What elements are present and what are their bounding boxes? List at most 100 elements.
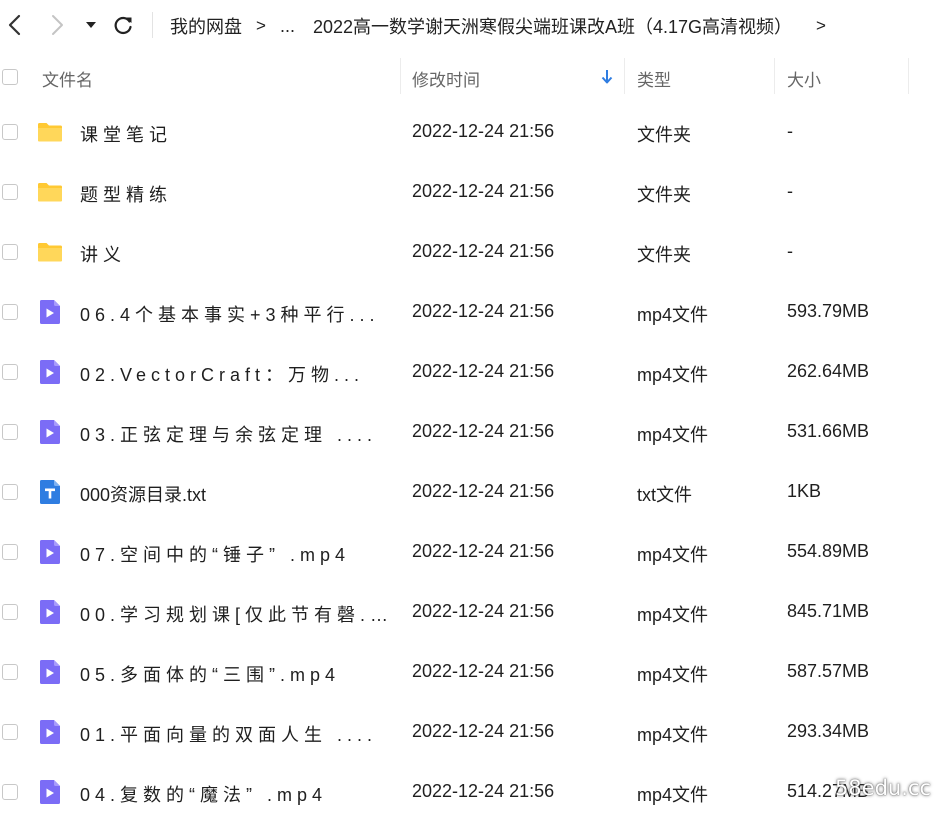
column-divider[interactable] [908, 58, 909, 94]
file-name: 000资源目录.txt [80, 485, 207, 505]
file-modified-time: 2022-12-24 21:56 [412, 721, 555, 741]
row-checkbox[interactable] [2, 304, 18, 320]
file-name: 03.正弦定理与余弦定理 .... [80, 425, 378, 445]
file-row[interactable]: 06.4个基本事实+3种平行... 2022-12-24 21:56 mp4文件 59… [0, 282, 945, 342]
folder-icon [38, 123, 62, 142]
video-file-icon [40, 420, 60, 444]
file-type: mp4文件 [637, 305, 709, 325]
file-size: 293.34MB [787, 721, 870, 741]
row-checkbox[interactable] [2, 784, 18, 800]
file-type: mp4文件 [637, 605, 709, 625]
text-file-icon [40, 480, 60, 504]
row-checkbox[interactable] [2, 724, 18, 740]
video-file-icon [40, 660, 60, 684]
file-modified-time: 2022-12-24 21:56 [412, 541, 555, 561]
arrow-down-icon[interactable] [600, 69, 614, 85]
file-type: mp4文件 [637, 545, 709, 565]
caret-down-icon [86, 22, 96, 28]
video-file-icon [40, 360, 60, 384]
breadcrumb-separator: > [256, 16, 266, 35]
file-type: 文件夹 [637, 245, 691, 265]
file-row[interactable]: 04.复数的“魔法” .mp4 2022-12-24 21:56 mp4文件 514.… [0, 762, 945, 822]
file-type: mp4文件 [637, 425, 709, 445]
row-checkbox[interactable] [2, 364, 18, 380]
file-type: 文件夹 [637, 185, 691, 205]
row-checkbox[interactable] [2, 244, 18, 260]
file-row[interactable]: 05.多面体的“三围”.mp4 2022-12-24 21:56 mp4文件 587.… [0, 642, 945, 702]
file-type: mp4文件 [637, 365, 709, 385]
toolbar-divider [152, 12, 153, 38]
select-all-checkbox[interactable] [2, 69, 18, 85]
file-row[interactable]: 000资源目录.txt 2022-12-24 21:56 txt文件 1KB [0, 462, 945, 522]
breadcrumb-root[interactable]: 我的网盘 [170, 13, 242, 39]
navigation-bar: 我的网盘 > ... 2022高一数学谢天洲寒假尖端班课改A班（4.17G高清视… [0, 0, 945, 50]
row-checkbox[interactable] [2, 664, 18, 680]
refresh-button[interactable] [108, 10, 138, 40]
file-row[interactable]: 03.正弦定理与余弦定理 .... 2022-12-24 21:56 mp4文件 53… [0, 402, 945, 462]
file-name: 07.空间中的“锤子” .mp4 [80, 545, 351, 565]
file-size: 554.89MB [787, 541, 870, 561]
file-modified-time: 2022-12-24 21:56 [412, 241, 555, 261]
file-modified-time: 2022-12-24 21:56 [412, 601, 555, 621]
file-size: 845.71MB [787, 601, 870, 621]
forward-button[interactable] [42, 10, 72, 40]
file-modified-time: 2022-12-24 21:56 [412, 121, 555, 141]
row-checkbox[interactable] [2, 124, 18, 140]
video-file-icon [40, 300, 60, 324]
file-size: 1KB [787, 481, 822, 501]
file-name: 00.学习规划课[仅此节有磬... [80, 605, 390, 625]
file-row[interactable]: 00.学习规划课[仅此节有磬... 2022-12-24 21:56 mp4文件 84… [0, 582, 945, 642]
file-modified-time: 2022-12-24 21:56 [412, 361, 555, 381]
file-name: 04.复数的“魔法” .mp4 [80, 785, 328, 805]
file-size: - [787, 181, 793, 201]
file-modified-time: 2022-12-24 21:56 [412, 181, 555, 201]
file-row[interactable]: 讲义 2022-12-24 21:56 文件夹 - [0, 222, 945, 282]
file-type: mp4文件 [637, 725, 709, 745]
video-file-icon [40, 540, 60, 564]
file-size: 531.66MB [787, 421, 870, 441]
row-checkbox[interactable] [2, 484, 18, 500]
folder-icon [38, 183, 62, 202]
row-checkbox[interactable] [2, 184, 18, 200]
file-row[interactable]: 01.平面向量的双面人生 .... 2022-12-24 21:56 mp4文件 29… [0, 702, 945, 762]
file-list-header: 文件名 修改时间 类型 大小 [0, 50, 945, 102]
folder-icon [38, 243, 62, 262]
column-divider[interactable] [624, 58, 625, 94]
video-file-icon [40, 600, 60, 624]
file-modified-time: 2022-12-24 21:56 [412, 781, 555, 801]
column-divider[interactable] [774, 58, 775, 94]
file-modified-time: 2022-12-24 21:56 [412, 661, 555, 681]
back-button[interactable] [0, 10, 30, 40]
column-header-type[interactable]: 类型 [637, 66, 671, 91]
file-row[interactable]: 07.空间中的“锤子” .mp4 2022-12-24 21:56 mp4文件 554… [0, 522, 945, 582]
row-checkbox[interactable] [2, 544, 18, 560]
file-name: 题型精练 [80, 185, 172, 205]
file-row[interactable]: 课堂笔记 2022-12-24 21:56 文件夹 - [0, 102, 945, 162]
video-file-icon [40, 780, 60, 804]
file-name: 06.4个基本事实+3种平行... [80, 305, 380, 325]
file-size: 587.57MB [787, 661, 870, 681]
chevron-left-icon [8, 14, 21, 36]
file-name: 02.VectorCraft：万物... [80, 365, 365, 385]
breadcrumb-current-folder[interactable]: 2022高一数学谢天洲寒假尖端班课改A班（4.17G高清视频） [313, 13, 792, 39]
file-row[interactable]: 题型精练 2022-12-24 21:56 文件夹 - [0, 162, 945, 222]
file-size: 593.79MB [787, 301, 870, 321]
file-name: 课堂笔记 [80, 125, 172, 145]
file-size: - [787, 241, 793, 261]
row-checkbox[interactable] [2, 424, 18, 440]
file-name: 讲义 [80, 245, 126, 265]
file-size: - [787, 121, 793, 141]
column-header-modified-time[interactable]: 修改时间 [412, 66, 480, 91]
file-name: 05.多面体的“三围”.mp4 [80, 665, 341, 685]
file-row[interactable]: 02.VectorCraft：万物... 2022-12-24 21:56 mp4文… [0, 342, 945, 402]
row-checkbox[interactable] [2, 604, 18, 620]
file-type: 文件夹 [637, 125, 691, 145]
file-name: 01.平面向量的双面人生 .... [80, 725, 378, 745]
file-modified-time: 2022-12-24 21:56 [412, 301, 555, 321]
history-dropdown-button[interactable] [80, 10, 102, 40]
column-divider[interactable] [400, 58, 401, 94]
column-header-name[interactable]: 文件名 [42, 66, 93, 91]
breadcrumb-expand-separator[interactable]: > [816, 16, 826, 36]
column-header-size[interactable]: 大小 [787, 66, 821, 91]
breadcrumb-ellipsis[interactable]: ... [280, 16, 295, 37]
